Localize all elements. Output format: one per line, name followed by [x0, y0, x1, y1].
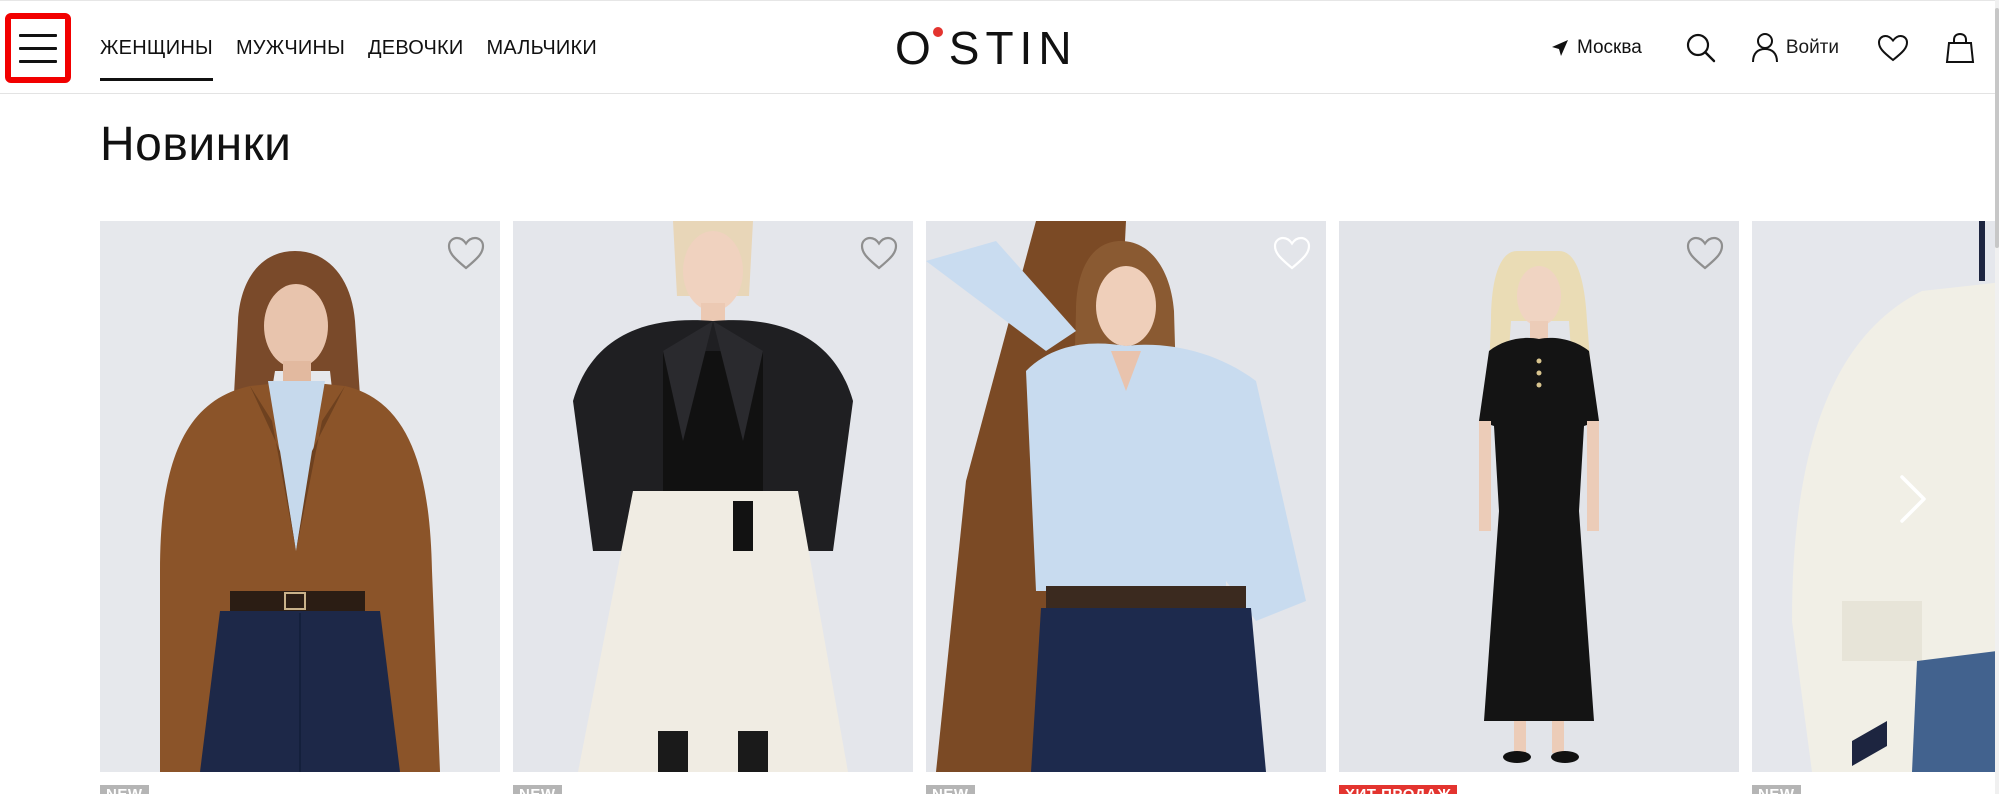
- product-image[interactable]: [1752, 221, 1995, 772]
- logo-letter-o: O: [895, 21, 943, 75]
- model-figure-image: [1479, 251, 1599, 763]
- nav-item-boys[interactable]: МАЛЬЧИКИ: [486, 1, 596, 95]
- user-icon: [1751, 33, 1778, 63]
- product-card[interactable]: NEW: [1752, 221, 1995, 794]
- login-label: Войти: [1785, 37, 1839, 58]
- shopping-bag-icon: [1945, 32, 1975, 63]
- search-button[interactable]: [1686, 33, 1716, 63]
- product-card[interactable]: NEW: [926, 221, 1326, 794]
- location-arrow-icon: [1551, 40, 1568, 56]
- nav-item-men[interactable]: МУЖЧИНЫ: [236, 1, 345, 95]
- product-card[interactable]: NEW: [513, 221, 913, 794]
- heart-icon[interactable]: [1272, 235, 1312, 271]
- product-image[interactable]: [100, 221, 500, 772]
- product-card[interactable]: ХИТ ПРОДАЖ: [1339, 221, 1739, 794]
- header-tools: Москва Войти: [1551, 1, 1975, 95]
- nav-item-women[interactable]: ЖЕНЩИНЫ: [100, 1, 213, 95]
- site-logo[interactable]: O STIN: [895, 22, 1078, 74]
- model-figure-image: [1792, 221, 1995, 772]
- product-badge: NEW: [100, 785, 149, 794]
- product-badge: ХИТ ПРОДАЖ: [1339, 785, 1458, 794]
- burger-line: [19, 59, 57, 63]
- model-figure-image: [573, 221, 853, 772]
- burger-line: [19, 33, 57, 37]
- product-image[interactable]: [513, 221, 913, 772]
- main-nav: ЖЕНЩИНЫ МУЖЧИНЫ ДЕВОЧКИ МАЛЬЧИКИ: [100, 1, 620, 95]
- scrollbar-thumb[interactable]: [1995, 8, 1999, 248]
- menu-burger-button[interactable]: [5, 13, 71, 83]
- nav-item-girls[interactable]: ДЕВОЧКИ: [368, 1, 463, 95]
- product-card[interactable]: NEW: [100, 221, 500, 794]
- heart-icon[interactable]: [446, 235, 486, 271]
- burger-line: [19, 46, 57, 50]
- heart-icon[interactable]: [859, 235, 899, 271]
- model-figure-image: [926, 221, 1306, 772]
- product-carousel: NEW NEW: [100, 221, 1995, 794]
- page-scrollbar[interactable]: [1995, 0, 1999, 794]
- cart-button[interactable]: [1945, 32, 1975, 64]
- logo-dot: [932, 27, 943, 37]
- city-selector[interactable]: Москва: [1551, 37, 1642, 59]
- heart-icon: [1877, 34, 1909, 62]
- product-badge: NEW: [1752, 785, 1801, 794]
- heart-icon[interactable]: [1685, 235, 1725, 271]
- site-header: ЖЕНЩИНЫ МУЖЧИНЫ ДЕВОЧКИ МАЛЬЧИКИ O STIN …: [0, 0, 1995, 94]
- product-badge: NEW: [926, 785, 975, 794]
- page-title: Новинки: [100, 118, 292, 171]
- product-image[interactable]: [926, 221, 1326, 772]
- city-name: Москва: [1576, 37, 1642, 58]
- search-icon: [1686, 33, 1716, 63]
- carousel-next-arrow-icon[interactable]: [1890, 471, 1934, 527]
- login-button[interactable]: Войти: [1751, 33, 1839, 63]
- logo-text: STIN: [948, 22, 1078, 74]
- favorites-button[interactable]: [1877, 34, 1909, 62]
- product-badge: NEW: [513, 785, 562, 794]
- model-figure-image: [160, 251, 440, 772]
- product-image[interactable]: [1339, 221, 1739, 772]
